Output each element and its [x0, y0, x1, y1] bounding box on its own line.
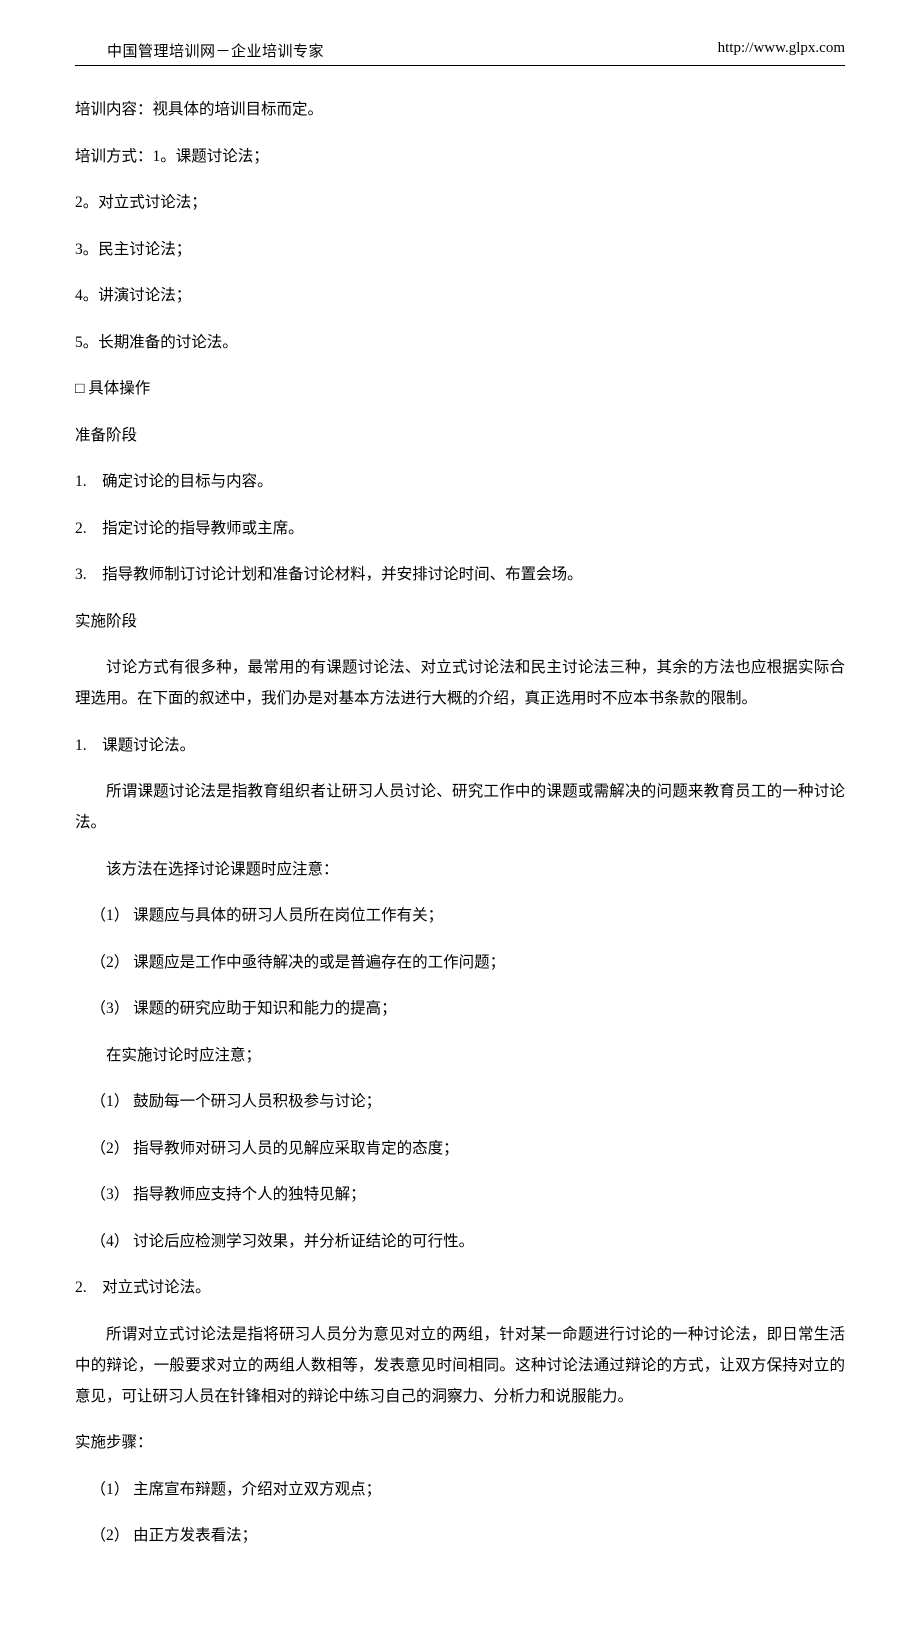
list-item: （2） 指导教师对研习人员的见解应采取肯定的态度； — [75, 1133, 845, 1164]
list-item: （4） 讨论后应检测学习效果，并分析证结论的可行性。 — [75, 1226, 845, 1257]
list-item: （2） 课题应是工作中亟待解决的或是普遍存在的工作问题； — [75, 947, 845, 978]
section-marker: □ 具体操作 — [75, 373, 845, 404]
text-line: 该方法在选择讨论课题时应注意： — [75, 854, 845, 885]
text-line: 培训方式：1。课题讨论法； — [75, 141, 845, 172]
list-item: （2） 由正方发表看法； — [75, 1520, 845, 1551]
list-item: （1） 课题应与具体的研习人员所在岗位工作有关； — [75, 900, 845, 931]
numbered-item: 1. 确定讨论的目标与内容。 — [75, 466, 845, 497]
header-url: http://www.glpx.com — [718, 40, 845, 61]
list-item: （1） 主席宣布辩题，介绍对立双方观点； — [75, 1474, 845, 1505]
paragraph: 讨论方式有很多种，最常用的有课题讨论法、对立式讨论法和民主讨论法三种，其余的方法… — [75, 652, 845, 714]
paragraph: 所谓课题讨论法是指教育组织者让研习人员讨论、研究工作中的课题或需解决的问题来教育… — [75, 776, 845, 838]
numbered-item: 3. 指导教师制订讨论计划和准备讨论材料，并安排讨论时间、布置会场。 — [75, 559, 845, 590]
page-header: 中国管理培训网－企业培训专家 http://www.glpx.com — [75, 40, 845, 66]
numbered-item: 2. 指定讨论的指导教师或主席。 — [75, 513, 845, 544]
numbered-item: 2. 对立式讨论法。 — [75, 1272, 845, 1303]
text-line: 4。讲演讨论法； — [75, 280, 845, 311]
list-item: （3） 指导教师应支持个人的独特见解； — [75, 1179, 845, 1210]
text-line: 实施步骤： — [75, 1427, 845, 1458]
document-body: 培训内容：视具体的培训目标而定。 培训方式：1。课题讨论法； 2。对立式讨论法；… — [75, 94, 845, 1551]
document-page: 中国管理培训网－企业培训专家 http://www.glpx.com 培训内容：… — [0, 0, 920, 1627]
paragraph: 所谓对立式讨论法是指将研习人员分为意见对立的两组，针对某一命题进行讨论的一种讨论… — [75, 1319, 845, 1412]
numbered-item: 1. 课题讨论法。 — [75, 730, 845, 761]
text-line: 2。对立式讨论法； — [75, 187, 845, 218]
text-line: 5。长期准备的讨论法。 — [75, 327, 845, 358]
subsection-heading: 实施阶段 — [75, 606, 845, 637]
text-line: 培训内容：视具体的培训目标而定。 — [75, 94, 845, 125]
text-line: 在实施讨论时应注意； — [75, 1040, 845, 1071]
header-site-title: 中国管理培训网－企业培训专家 — [107, 40, 324, 61]
subsection-heading: 准备阶段 — [75, 420, 845, 451]
list-item: （1） 鼓励每一个研习人员积极参与讨论； — [75, 1086, 845, 1117]
text-line: 3。民主讨论法； — [75, 234, 845, 265]
list-item: （3） 课题的研究应助于知识和能力的提高； — [75, 993, 845, 1024]
